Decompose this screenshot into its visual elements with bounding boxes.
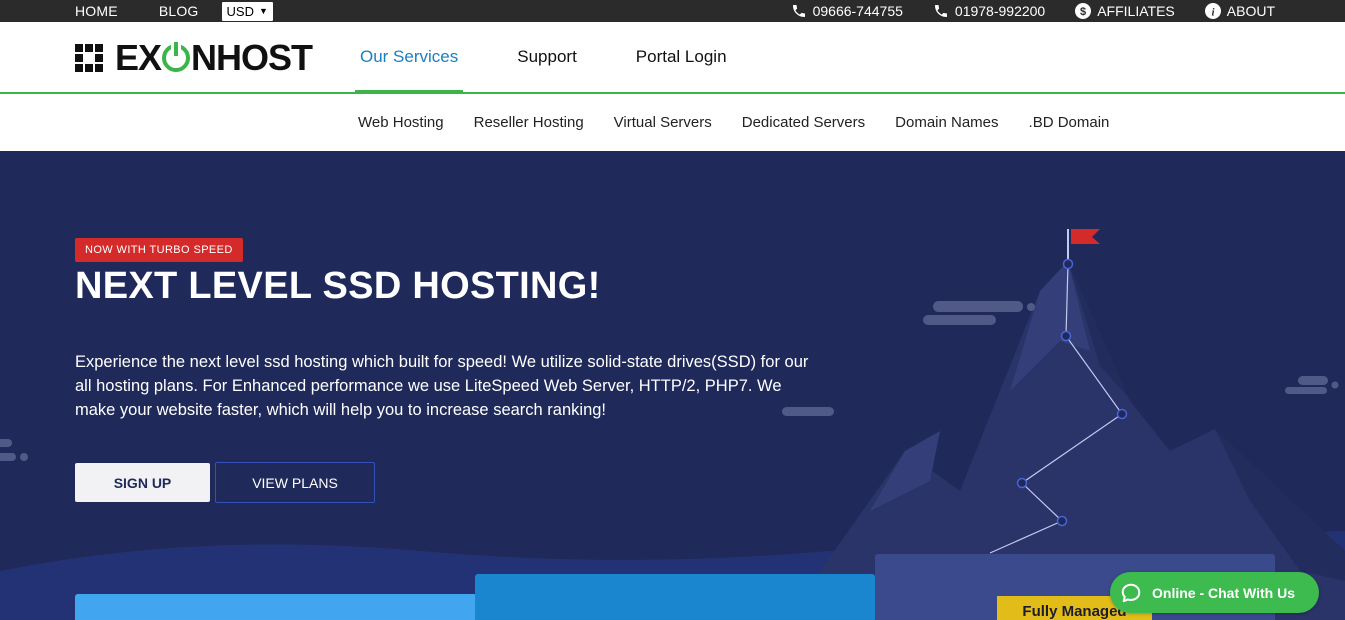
main-nav: Our Services Support Portal Login [355,22,781,93]
power-icon [162,42,191,72]
top-bar: HOME BLOG USD ▼ 09666-744755 01978-99220… [0,0,1345,22]
currency-select[interactable]: USD ▼ [221,1,273,21]
subnav-virtual-servers[interactable]: Virtual Servers [614,114,712,131]
subnav-dedicated-servers[interactable]: Dedicated Servers [742,114,865,131]
svg-text:$: $ [1080,6,1086,18]
plan-card-2 [475,574,875,620]
currency-value: USD [226,3,254,19]
hero-title: NEXT LEVEL SSD HOSTING! [75,265,601,307]
phone-2[interactable]: 01978-992200 [933,3,1045,19]
phone-2-number: 01978-992200 [954,3,1046,19]
subnav-reseller-hosting[interactable]: Reseller Hosting [474,114,584,131]
affiliates-label: AFFILIATES [1097,3,1175,19]
nav-support[interactable]: Support [512,22,582,92]
flag-icon [1071,229,1100,244]
top-bar-left: HOME BLOG USD ▼ [75,0,273,22]
phone-icon [934,5,947,17]
blog-link[interactable]: BLOG [159,3,199,19]
live-chat-button[interactable]: Online - Chat With Us [1110,572,1319,613]
info-icon: i [1204,3,1221,19]
sub-nav: Web Hosting Reseller Hosting Virtual Ser… [0,94,1345,151]
hero-description: Experience the next level ssd hosting wh… [75,353,809,419]
hero-section: NOW WITH TURBO SPEED NEXT LEVEL SSD HOST… [0,151,1345,620]
home-link[interactable]: HOME [75,3,118,19]
sub-nav-items: Web Hosting Reseller Hosting Virtual Ser… [358,94,1139,151]
chat-bubble-icon [1121,583,1141,602]
plan-card-1 [75,594,475,620]
header: EX NHOST Our Services Support Portal Log… [0,22,1345,94]
subnav-bd-domain[interactable]: .BD Domain [1029,114,1110,131]
about-link[interactable]: i ABOUT [1204,3,1275,19]
phone-1[interactable]: 09666-744755 [791,3,903,19]
logo-text-part1: EX [115,37,162,78]
logo-text-part2: NHOST [191,37,313,78]
turbo-speed-badge: NOW WITH TURBO SPEED [75,238,243,262]
subnav-domain-names[interactable]: Domain Names [895,114,998,131]
chat-label: Online - Chat With Us [1152,584,1295,601]
chevron-down-icon: ▼ [258,5,268,16]
nav-portal-login[interactable]: Portal Login [631,22,732,92]
logo-grid-icon [75,44,103,72]
phone-1-number: 09666-744755 [812,3,903,19]
phone-icon [792,5,805,17]
nav-our-services[interactable]: Our Services [355,22,464,93]
about-label: ABOUT [1226,3,1275,19]
sign-up-button[interactable]: SIGN UP [75,463,210,502]
top-bar-right: 09666-744755 01978-992200 $ AFFILIATES i… [761,0,1275,22]
dollar-icon: $ [1075,3,1092,19]
view-plans-button[interactable]: VIEW PLANS [215,462,375,503]
affiliates-link[interactable]: $ AFFILIATES [1075,3,1175,19]
logo-text: EX NHOST [115,37,313,78]
logo[interactable]: EX NHOST [75,37,313,78]
subnav-web-hosting[interactable]: Web Hosting [358,114,444,131]
